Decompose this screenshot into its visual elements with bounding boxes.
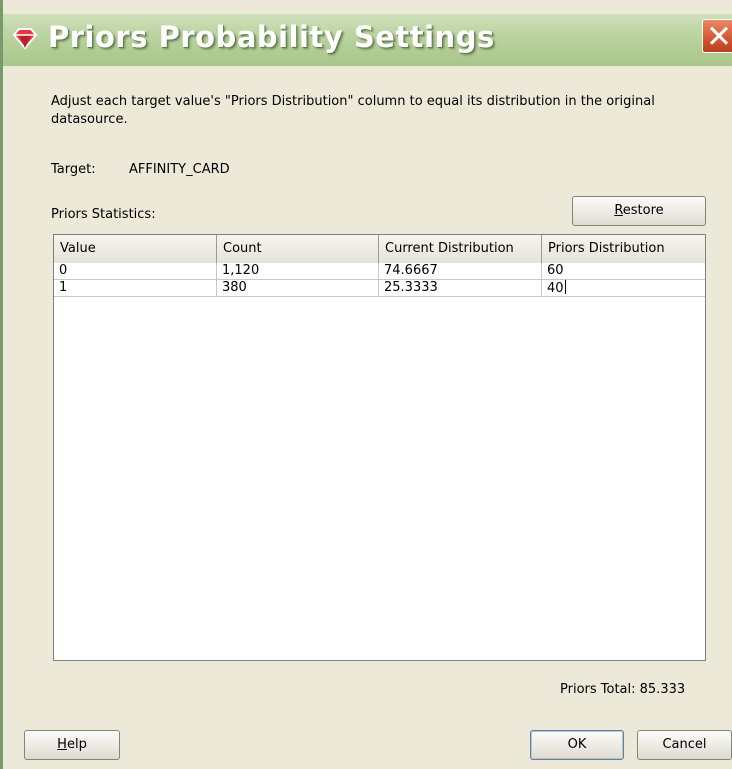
cell-current-distribution[interactable]: 25.3333	[379, 280, 542, 297]
table-header-row: Value Count Current Distribution Priors …	[54, 235, 705, 263]
instructions-text: Adjust each target value's "Priors Distr…	[51, 94, 655, 127]
cell-value[interactable]: 0	[54, 263, 217, 280]
ok-button[interactable]: OK	[530, 730, 624, 760]
cell-value[interactable]: 1	[54, 280, 217, 297]
window-left-border	[0, 0, 3, 769]
cancel-button[interactable]: Cancel	[637, 730, 732, 760]
priors-probability-dialog: Priors Probability Settings ✕ Adjust eac…	[0, 0, 732, 769]
help-button[interactable]: Help	[24, 730, 120, 760]
column-header-priors-distribution[interactable]: Priors Distribution	[542, 235, 705, 263]
restore-button[interactable]: Restore	[572, 196, 706, 226]
cell-priors-distribution-editor[interactable]: 40	[542, 280, 705, 297]
help-label: elp	[66, 737, 87, 752]
priors-total: Priors Total: 85.333	[560, 682, 686, 697]
cell-count[interactable]: 380	[217, 280, 379, 297]
close-icon: ✕	[706, 19, 732, 55]
cell-priors-distribution[interactable]: 60	[542, 263, 705, 280]
text-caret	[564, 280, 566, 294]
cell-current-distribution[interactable]: 74.6667	[379, 263, 542, 280]
target-label: Target:	[51, 162, 96, 177]
cell-count[interactable]: 1,120	[217, 263, 379, 280]
column-header-value[interactable]: Value	[54, 235, 217, 263]
diamond-icon	[12, 26, 38, 50]
priors-statistics-label: Priors Statistics:	[51, 207, 156, 222]
help-mnemonic: H	[57, 737, 67, 752]
column-header-count[interactable]: Count	[217, 235, 379, 263]
column-header-current-distribution[interactable]: Current Distribution	[379, 235, 542, 263]
title-bar[interactable]: Priors Probability Settings ✕	[3, 14, 732, 66]
restore-label: estore	[622, 203, 664, 218]
target-value: AFFINITY_CARD	[129, 162, 230, 177]
priors-distribution-input-value: 40	[547, 281, 564, 296]
table-row[interactable]: 0 1,120 74.6667 60	[54, 263, 705, 280]
dialog-title: Priors Probability Settings	[48, 20, 495, 54]
restore-mnemonic: R	[614, 203, 623, 218]
close-button[interactable]: ✕	[702, 19, 732, 55]
table-row[interactable]: 1 380 25.3333 40	[54, 280, 705, 297]
priors-statistics-table: Value Count Current Distribution Priors …	[53, 234, 706, 661]
